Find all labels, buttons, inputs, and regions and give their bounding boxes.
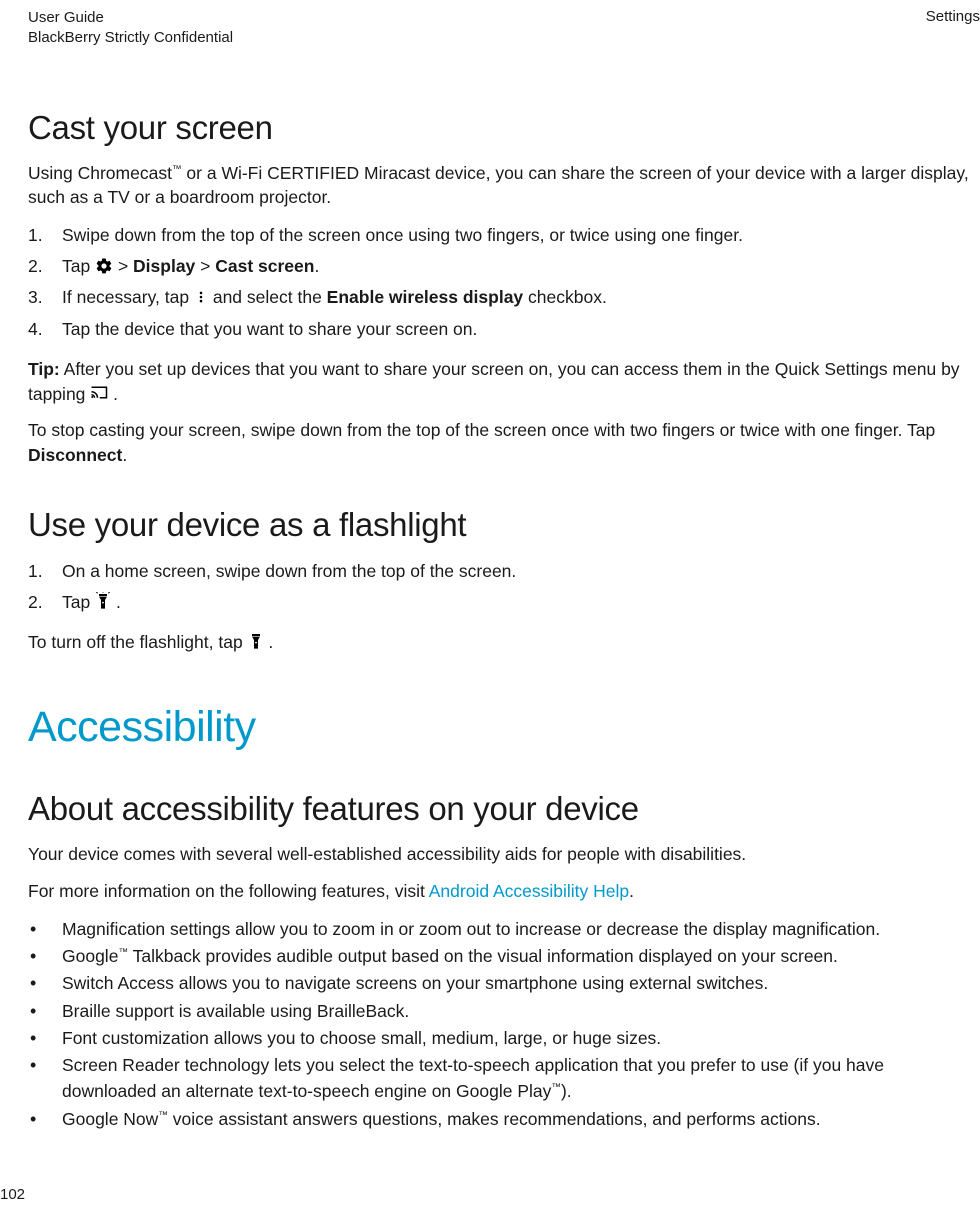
flash-step-2: Tap .	[28, 589, 980, 616]
accessibility-bullets: Magnification settings allow you to zoom…	[28, 916, 980, 1132]
accessibility-p1: Your device comes with several well-esta…	[28, 842, 980, 867]
p2-end: .	[629, 881, 634, 901]
page-header: User Guide BlackBerry Strictly Confident…	[28, 8, 980, 49]
b6-pre: Screen Reader technology lets you select…	[62, 1055, 884, 1101]
header-left: User Guide BlackBerry Strictly Confident…	[28, 8, 233, 49]
heading-accessibility-about: About accessibility features on your dev…	[28, 790, 980, 828]
heading-flashlight: Use your device as a flashlight	[28, 506, 980, 544]
cast-intro: Using Chromecast™ or a Wi-Fi CERTIFIED M…	[28, 161, 980, 211]
more-vert-icon	[194, 288, 208, 306]
heading-accessibility-major: Accessibility	[28, 703, 980, 752]
s2-bold1: Display	[133, 256, 195, 276]
b6-post: ).	[561, 1081, 572, 1101]
cast-steps: Swipe down from the top of the screen on…	[28, 222, 980, 343]
s2-end: .	[314, 256, 319, 276]
tip-pre: After you set up devices that you want t…	[28, 359, 960, 404]
android-accessibility-link[interactable]: Android Accessibility Help	[429, 881, 629, 901]
s3-mid: and select the	[208, 287, 327, 307]
bullet-talkback: Google™ Talkback provides audible output…	[28, 943, 980, 969]
trademark-symbol: ™	[172, 164, 182, 175]
tip-label: Tip:	[28, 359, 60, 379]
cast-step-3: If necessary, tap and select the Enable …	[28, 284, 980, 311]
stop-end: .	[122, 445, 127, 465]
page-number: 102	[0, 1186, 25, 1203]
s2-bold2: Cast screen	[215, 256, 314, 276]
b2-post: Talkback provides audible output based o…	[128, 946, 838, 966]
cast-stop: To stop casting your screen, swipe down …	[28, 418, 980, 468]
accessibility-p2: For more information on the following fe…	[28, 879, 980, 904]
flash-step-1: On a home screen, swipe down from the to…	[28, 558, 980, 585]
settings-gear-icon	[95, 257, 113, 275]
cast-step-1: Swipe down from the top of the screen on…	[28, 222, 980, 249]
bullet-google-now: Google Now™ voice assistant answers ques…	[28, 1106, 980, 1132]
header-section-name: Settings	[926, 8, 980, 49]
s3-pre: If necessary, tap	[62, 287, 194, 307]
bullet-braille: Braille support is available using Brail…	[28, 998, 980, 1024]
heading-cast: Cast your screen	[28, 109, 980, 147]
cast-step-4: Tap the device that you want to share yo…	[28, 316, 980, 343]
flashlight-steps: On a home screen, swipe down from the to…	[28, 558, 980, 616]
cast-step-2: Tap > Display > Cast screen.	[28, 253, 980, 280]
flashlight-icon	[95, 592, 111, 612]
trademark-symbol: ™	[118, 947, 128, 958]
off-end: .	[264, 632, 274, 652]
flashlight-icon	[248, 632, 264, 652]
s2-pre: Tap	[62, 256, 95, 276]
b7-post: voice assistant answers questions, makes…	[168, 1109, 821, 1129]
b7-pre: Google Now	[62, 1109, 158, 1129]
bullet-font: Font customization allows you to choose …	[28, 1025, 980, 1051]
stop-pre: To stop casting your screen, swipe down …	[28, 420, 935, 440]
f2-pre: Tap	[62, 592, 95, 612]
tip-end: .	[108, 384, 118, 404]
bullet-screen-reader: Screen Reader technology lets you select…	[28, 1052, 980, 1105]
s3-bold: Enable wireless display	[327, 287, 523, 307]
off-pre: To turn off the flashlight, tap	[28, 632, 248, 652]
cast-icon	[90, 385, 108, 400]
p2-pre: For more information on the following fe…	[28, 881, 429, 901]
b2-pre: Google	[62, 946, 118, 966]
confidentiality: BlackBerry Strictly Confidential	[28, 28, 233, 48]
s2-mid2: >	[195, 256, 215, 276]
stop-bold: Disconnect	[28, 445, 122, 465]
flashlight-off: To turn off the flashlight, tap .	[28, 630, 980, 655]
doc-title: User Guide	[28, 8, 233, 28]
s3-end: checkbox.	[523, 287, 607, 307]
cast-tip: Tip: After you set up devices that you w…	[28, 357, 980, 407]
s2-mid1: >	[113, 256, 133, 276]
bullet-magnification: Magnification settings allow you to zoom…	[28, 916, 980, 942]
bullet-switch-access: Switch Access allows you to navigate scr…	[28, 970, 980, 996]
trademark-symbol: ™	[551, 1083, 561, 1094]
cast-intro-pre: Using Chromecast	[28, 163, 172, 183]
trademark-symbol: ™	[158, 1110, 168, 1121]
f2-end: .	[111, 592, 121, 612]
